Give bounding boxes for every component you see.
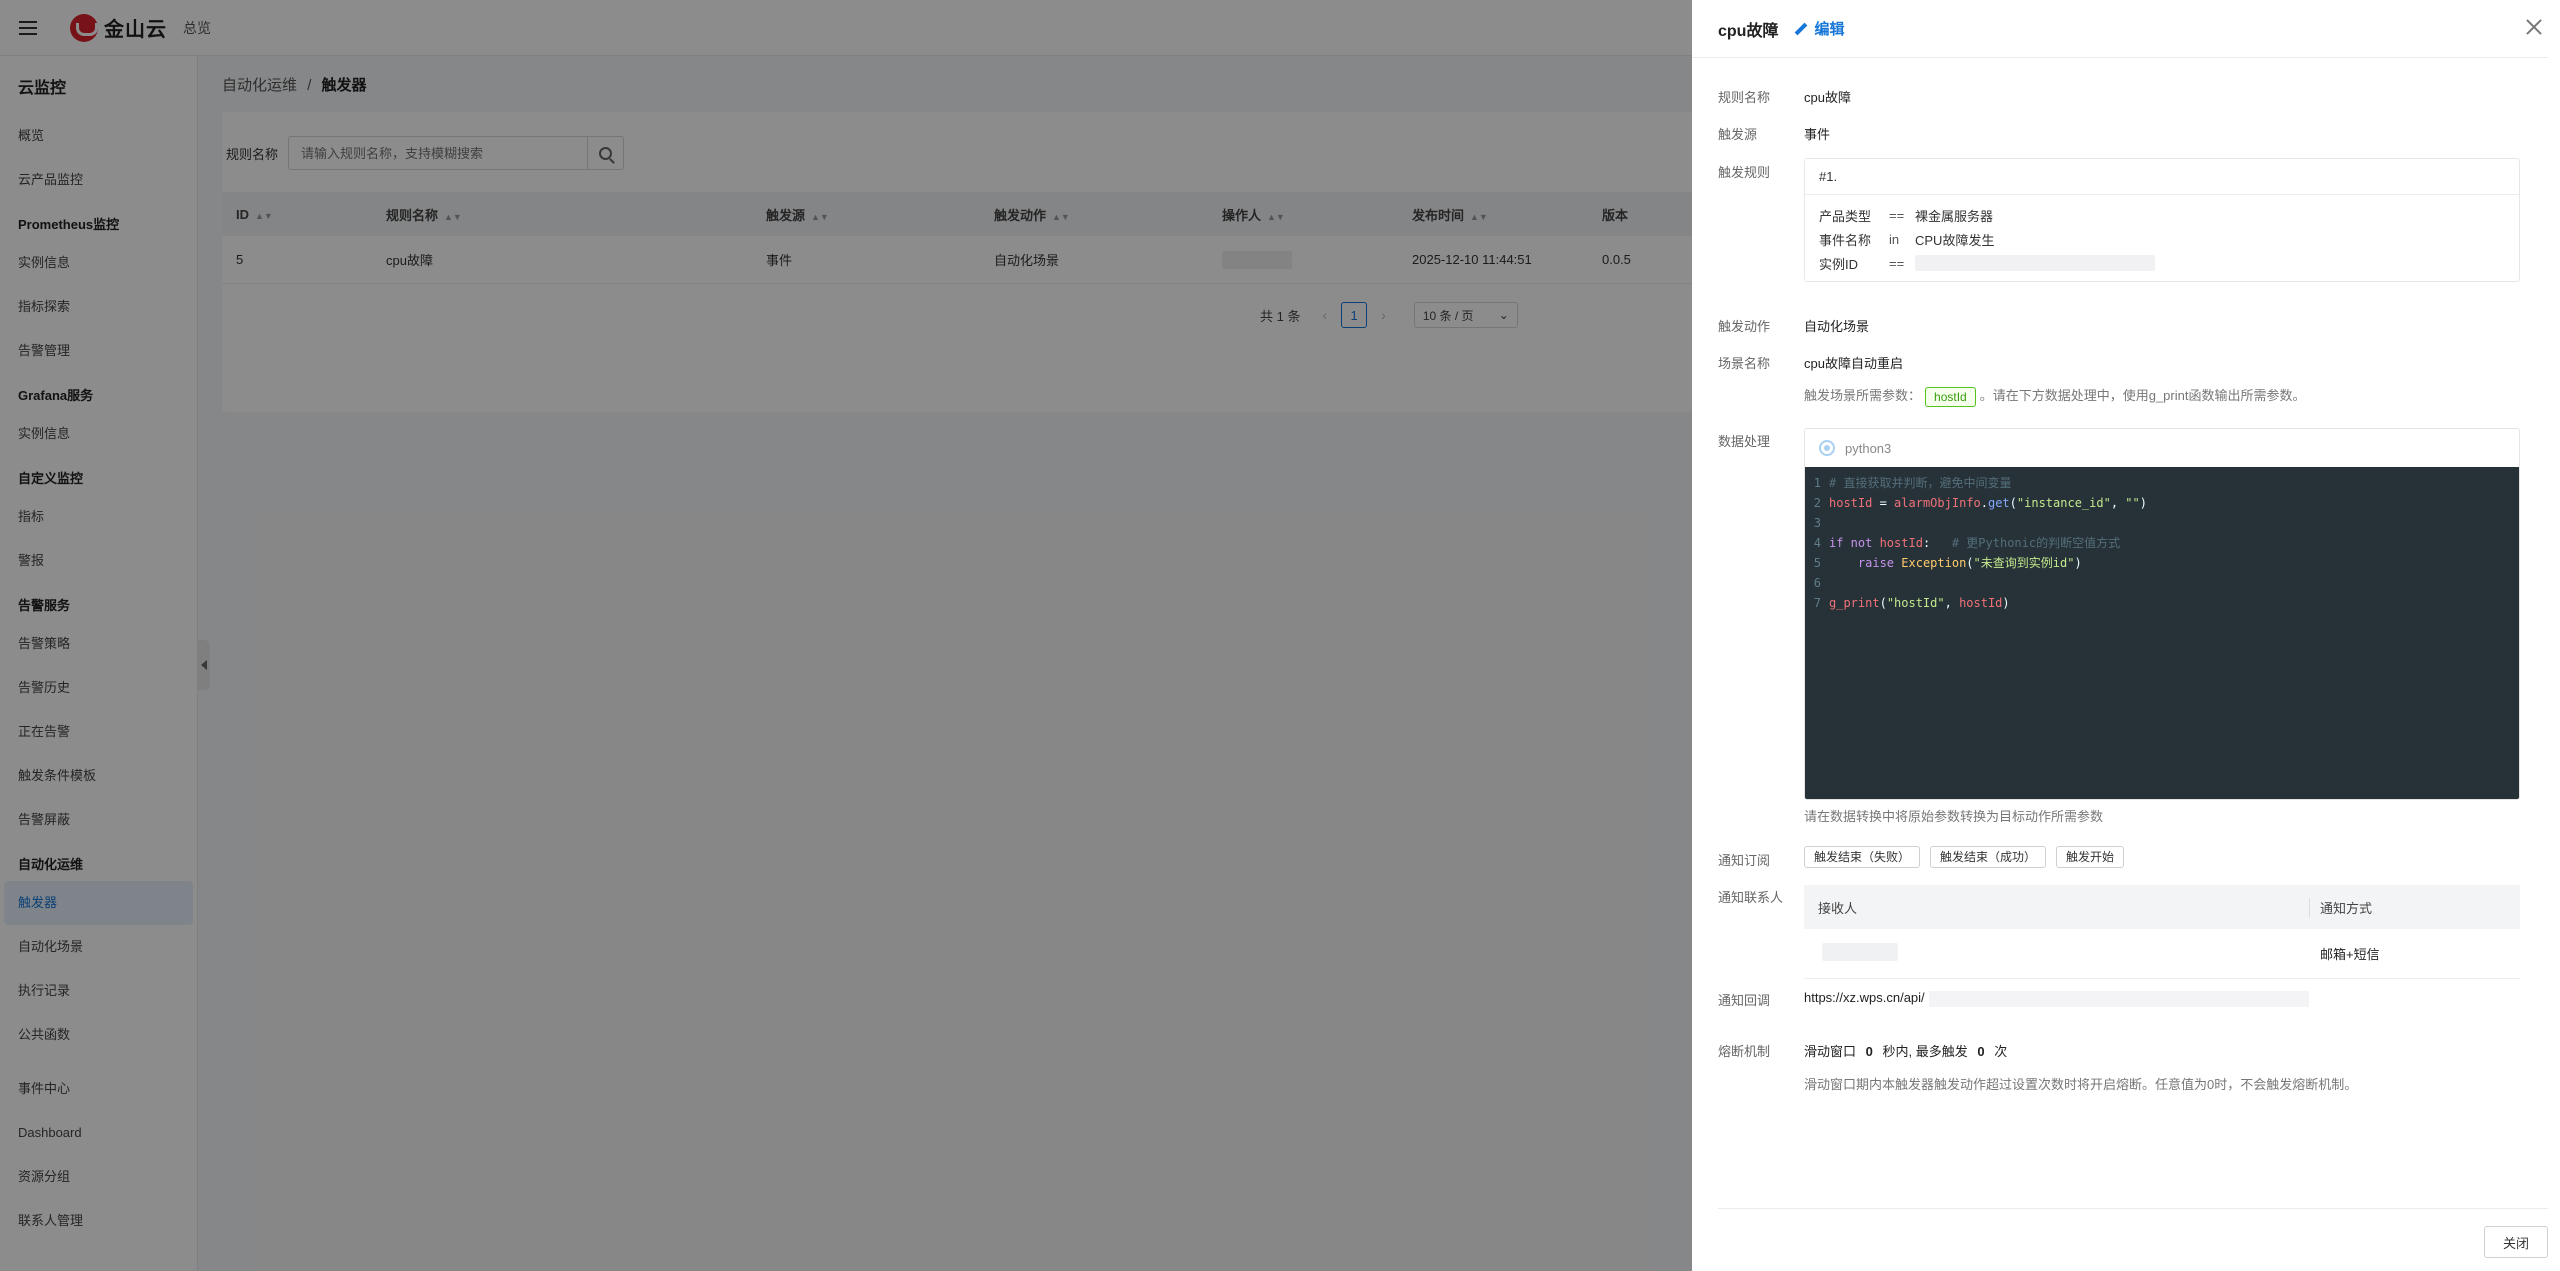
trigger-rule-box: #1. 产品类型 == 裸金属服务器 事件名称 in CPU故障发生 实例ID == (1804, 158, 2520, 282)
callback-value: https://xz.wps.cn/api/ (1804, 990, 2309, 1007)
breaker-window: 0 (1865, 1044, 1873, 1059)
scene-label: 场景名称 (1718, 356, 1771, 371)
rule-condition: 实例ID == (1805, 251, 2519, 275)
rule-name-value: cpu故障 (1804, 90, 1851, 105)
scene-value: cpu故障自动重启 (1804, 356, 1903, 371)
redacted-block (1822, 943, 1898, 961)
source-value: 事件 (1804, 127, 1831, 142)
code-editor[interactable]: python3 1 # 直接获取并判断，避免中间变量 2 hostId = alar… (1804, 428, 2520, 800)
trigger-rule-label: 触发规则 (1718, 165, 1771, 180)
param-chip: hostId (1925, 386, 1976, 407)
drawer-title: cpu故障 (1718, 22, 1779, 40)
breaker-label: 熔断机制 (1718, 1044, 1771, 1059)
table-row: 邮箱+短信 (1804, 929, 2520, 979)
subscription-tags: 触发结束（失败） 触发结束（成功） 触发开始 (1804, 846, 2134, 868)
language-option[interactable]: python3 (1805, 429, 2519, 467)
col-method: 通知方式 (2320, 900, 2373, 916)
radio-icon[interactable] (1819, 440, 1835, 456)
edit-button[interactable]: 编辑 (1794, 18, 1844, 39)
redacted-block (1928, 990, 2309, 1007)
pencil-icon (1794, 22, 1808, 36)
col-receiver: 接收人 (1804, 897, 2310, 917)
subscription-tag: 触发开始 (2056, 846, 2125, 868)
detail-drawer: cpu故障 编辑 规则名称 cpu故障 触发源 事件 触发规则 #1. 产品类型… (1692, 0, 2560, 1271)
callback-label: 通知回调 (1718, 993, 1771, 1008)
cell-method: 邮箱+短信 (2320, 947, 2380, 962)
data-processing-label: 数据处理 (1718, 434, 1771, 449)
subscription-tag: 触发结束（失败） (1804, 846, 1921, 868)
subscription-tag: 触发结束（成功） (1930, 846, 2047, 868)
source-label: 触发源 (1718, 127, 1758, 142)
rule-condition: 事件名称 in CPU故障发生 (1819, 231, 1995, 248)
subscribe-label: 通知订阅 (1718, 853, 1771, 868)
language-label: python3 (1845, 440, 1892, 456)
contacts-table: 接收人 通知方式 邮箱+短信 (1804, 885, 2520, 979)
edit-label: 编辑 (1814, 21, 1845, 38)
drawer-footer: 关闭 (1718, 1208, 2548, 1271)
contacts-header: 接收人 通知方式 (1804, 885, 2520, 929)
code-area[interactable]: 1 # 直接获取并判断，避免中间变量 2 hostId = alarmObjInfo… (1805, 467, 2519, 799)
close-button[interactable]: 关闭 (2484, 1226, 2548, 1258)
breaker-count: 0 (1977, 1044, 1985, 1059)
rule-condition: 产品类型 == 裸金属服务器 (1819, 207, 1994, 224)
close-icon[interactable] (2520, 14, 2548, 42)
rule-group-head: #1. (1805, 159, 2519, 195)
breaker-hint: 滑动窗口期内本触发器触发动作超过设置次数时将开启熔断。任意值为0时，不会触发熔断… (1804, 1077, 2358, 1092)
rule-name-label: 规则名称 (1718, 90, 1771, 105)
redacted-block (1915, 255, 2155, 271)
action-label: 触发动作 (1718, 319, 1771, 334)
data-processing-hint: 请在数据转换中将原始参数转换为目标动作所需参数 (1804, 809, 2104, 824)
drawer-header: cpu故障 编辑 (1692, 0, 2548, 58)
scene-param-hint: 触发场景所需参数： hostId 。请在下方数据处理中，使用g_print函数输出所… (1804, 385, 2305, 407)
contacts-label: 通知联系人 (1718, 890, 1784, 905)
action-value: 自动化场景 (1804, 319, 1870, 334)
breaker-value: 滑动窗口 0 秒内, 最多触发 0 次 (1804, 1044, 2008, 1059)
